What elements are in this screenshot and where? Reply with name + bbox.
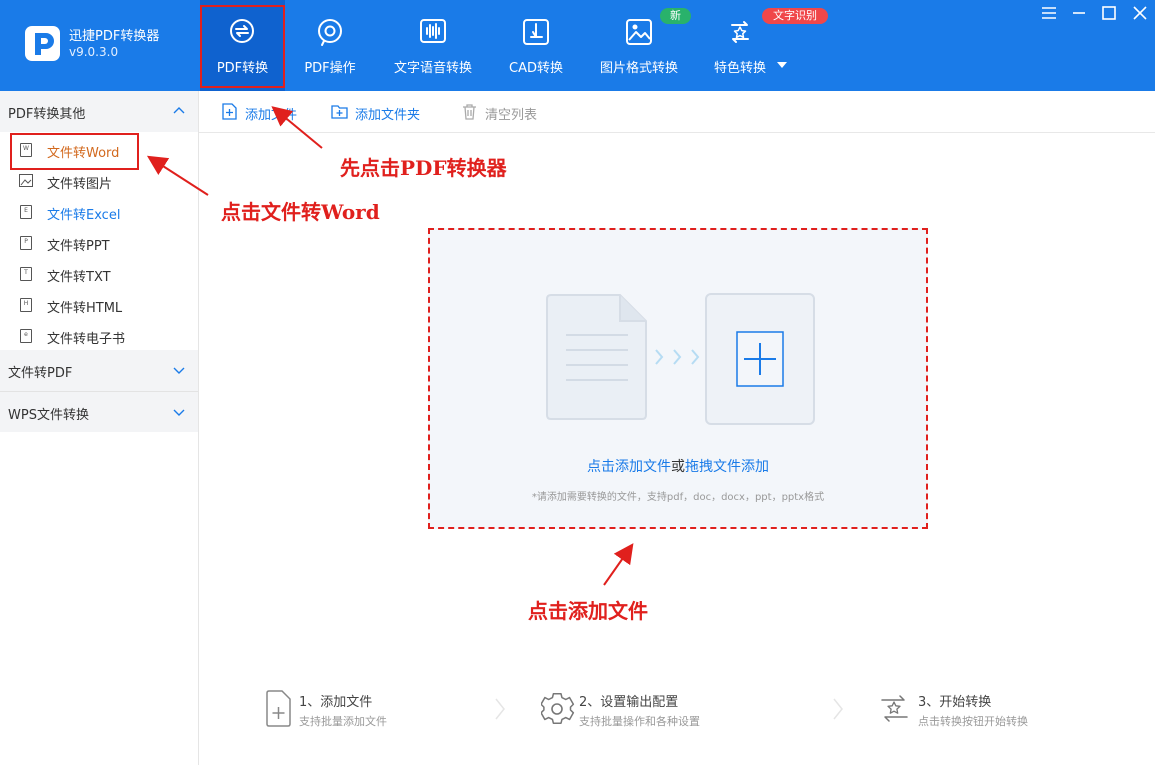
tab-label: 文字语音转换	[393, 61, 472, 76]
sidebar-item-to-ppt[interactable]: P 文件转PPT	[0, 228, 198, 259]
sidebar-item-label: 文件转电子书	[47, 332, 126, 347]
sidebar-item-to-ebook[interactable]: e 文件转电子书	[0, 321, 198, 352]
step-start-convert: 3、开始转换 点击转换按钮开始转换	[878, 690, 1048, 735]
start-convert-icon	[881, 695, 908, 722]
tab-pdf-convert[interactable]: PDF转换	[200, 0, 285, 91]
special-convert-icon	[731, 21, 749, 43]
tab-pdf-operate[interactable]: PDF操作	[296, 0, 364, 91]
highlight-word-item	[10, 133, 139, 170]
add-file-button[interactable]: 添加文件	[221, 103, 303, 123]
top-bar: 迅捷PDF转换器 v9.0.3.0 PDF转换 PDF操作 文字语音转换 CAD…	[0, 0, 1155, 91]
supported-formats-hint: *请添加需要转换的文件，支持pdf，doc，docx，ppt，pptx格式	[531, 492, 825, 503]
drag-file-link[interactable]: 拖拽文件添加	[685, 459, 769, 475]
tab-label: CAD转换	[509, 61, 563, 76]
section-title: WPS文件转换	[8, 408, 89, 423]
sidebar-item-label: 文件转图片	[47, 177, 113, 192]
add-folder-icon	[331, 105, 348, 119]
app-logo	[25, 26, 60, 61]
step-title: 2、设置输出配置	[579, 695, 679, 710]
cad-icon	[523, 19, 549, 45]
add-folder-label: 添加文件夹	[355, 108, 421, 123]
sidebar-section-pdf-other[interactable]: PDF转换其他	[0, 91, 198, 132]
app-version: v9.0.3.0	[69, 45, 119, 59]
step-subtitle: 支持批量操作和各种设置	[579, 715, 700, 728]
add-file-link[interactable]: 点击添加文件	[587, 459, 671, 475]
step-title: 1、添加文件	[299, 695, 373, 710]
section-title: PDF转换其他	[8, 107, 86, 122]
pdf-operate-icon	[318, 19, 342, 46]
or-text: 或	[671, 459, 685, 475]
ebook-file-icon: e	[20, 329, 32, 343]
add-file-icon	[222, 103, 237, 120]
close-icon[interactable]	[1132, 5, 1148, 21]
voice-wave-icon	[420, 19, 446, 43]
sidebar-section-to-pdf[interactable]: 文件转PDF	[0, 350, 198, 391]
image-file-icon	[19, 174, 33, 187]
tab-label: PDF操作	[304, 61, 356, 76]
sidebar: PDF转换其他 W 文件转Word 文件转图片 E 文件转Excel P 文件转…	[0, 91, 199, 765]
chevron-right-icon	[833, 698, 843, 720]
drop-instruction: 点击添加文件或拖拽文件添加	[430, 456, 926, 476]
tab-voice-convert[interactable]: 文字语音转换	[386, 0, 480, 91]
add-file-icon	[266, 690, 291, 727]
step-title: 3、开始转换	[918, 695, 992, 710]
clear-list-button[interactable]: 清空列表	[461, 103, 541, 123]
sidebar-item-to-html[interactable]: H 文件转HTML	[0, 290, 198, 321]
ocr-badge: 文字识别	[762, 8, 828, 24]
excel-file-icon: E	[20, 205, 32, 219]
annotation-click-word: 点击文件转Word	[221, 200, 380, 224]
html-file-icon: H	[20, 298, 32, 312]
chevron-right-icon	[495, 698, 505, 720]
file-drop-zone[interactable]: 点击添加文件或拖拽文件添加 *请添加需要转换的文件，支持pdf，doc，docx…	[428, 228, 928, 529]
tab-label: 特色转换	[713, 61, 766, 76]
tab-cad-convert[interactable]: CAD转换	[502, 0, 570, 91]
image-icon	[626, 19, 652, 45]
txt-file-icon: T	[20, 267, 32, 281]
add-folder-button[interactable]: 添加文件夹	[331, 103, 429, 123]
toolbar: 添加文件 添加文件夹 清空列表	[199, 91, 1155, 133]
sidebar-item-label: 文件转HTML	[47, 301, 123, 316]
step-subtitle: 点击转换按钮开始转换	[918, 715, 1028, 728]
chevron-down-icon[interactable]	[777, 62, 787, 68]
sidebar-item-label: 文件转Excel	[47, 208, 121, 223]
step-output-settings: 2、设置输出配置 支持批量操作和各种设置	[541, 690, 741, 735]
pdf-convert-icon	[230, 19, 254, 43]
drop-illustration	[546, 293, 815, 425]
chevron-down-icon	[173, 409, 185, 416]
sidebar-item-label: 文件转PPT	[47, 239, 110, 254]
clear-list-label: 清空列表	[485, 108, 538, 123]
add-file-label: 添加文件	[245, 108, 298, 123]
trash-icon	[463, 104, 476, 120]
step-add-file: 1、添加文件 支持批量添加文件	[265, 690, 435, 735]
step-subtitle: 支持批量添加文件	[299, 715, 387, 728]
minimize-icon[interactable]	[1071, 5, 1087, 21]
chevron-down-icon	[173, 367, 185, 374]
settings-gear-icon	[541, 693, 575, 725]
sidebar-item-label: 文件转TXT	[47, 270, 111, 285]
annotation-click-converter: 先点击PDF转换器	[340, 156, 507, 180]
tab-label: 图片格式转换	[599, 61, 678, 76]
ppt-file-icon: P	[20, 236, 32, 250]
chevron-up-icon	[173, 107, 185, 114]
sidebar-item-to-image[interactable]: 文件转图片	[0, 166, 198, 197]
sidebar-item-to-excel[interactable]: E 文件转Excel	[0, 197, 198, 228]
maximize-icon[interactable]	[1101, 5, 1117, 21]
new-badge: 新	[660, 8, 691, 24]
app-window: 迅捷PDF转换器 v9.0.3.0 PDF转换 PDF操作 文字语音转换 CAD…	[0, 0, 1155, 765]
section-title: 文件转PDF	[8, 366, 73, 381]
sidebar-item-to-txt[interactable]: T 文件转TXT	[0, 259, 198, 290]
tab-label: PDF转换	[216, 61, 269, 76]
menu-icon[interactable]	[1041, 5, 1057, 21]
sidebar-section-wps[interactable]: WPS文件转换	[0, 391, 198, 432]
annotation-click-add: 点击添加文件	[528, 599, 648, 623]
app-name: 迅捷PDF转换器	[69, 29, 160, 44]
